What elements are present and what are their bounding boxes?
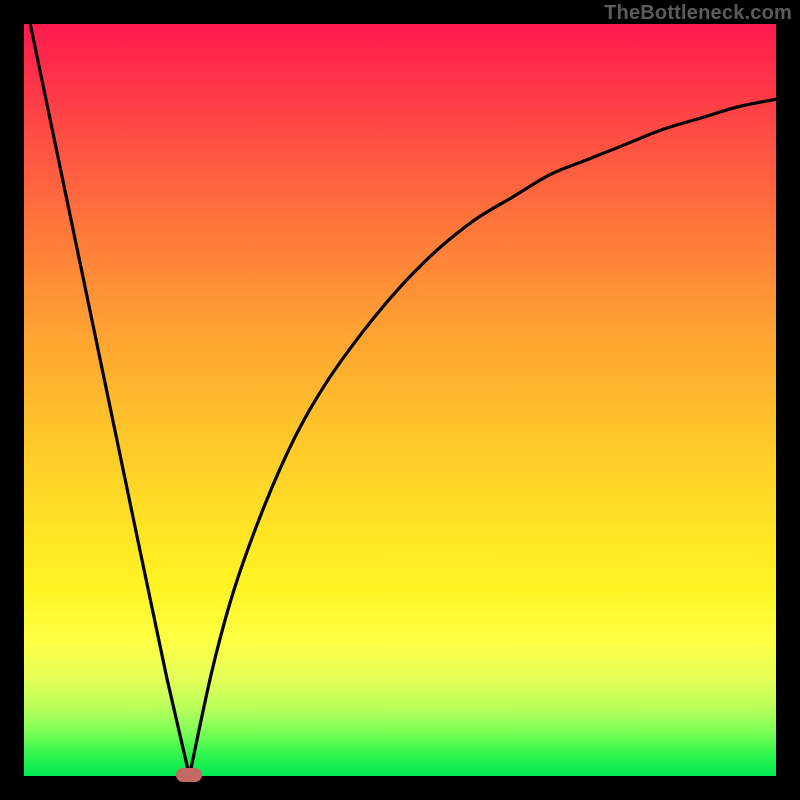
- attribution-text: TheBottleneck.com: [604, 2, 792, 25]
- optimum-marker: [176, 768, 202, 782]
- plot-area: [24, 24, 776, 776]
- chart-frame: TheBottleneck.com: [0, 0, 800, 800]
- bottleneck-curve: [24, 24, 776, 776]
- curve-path: [24, 24, 776, 776]
